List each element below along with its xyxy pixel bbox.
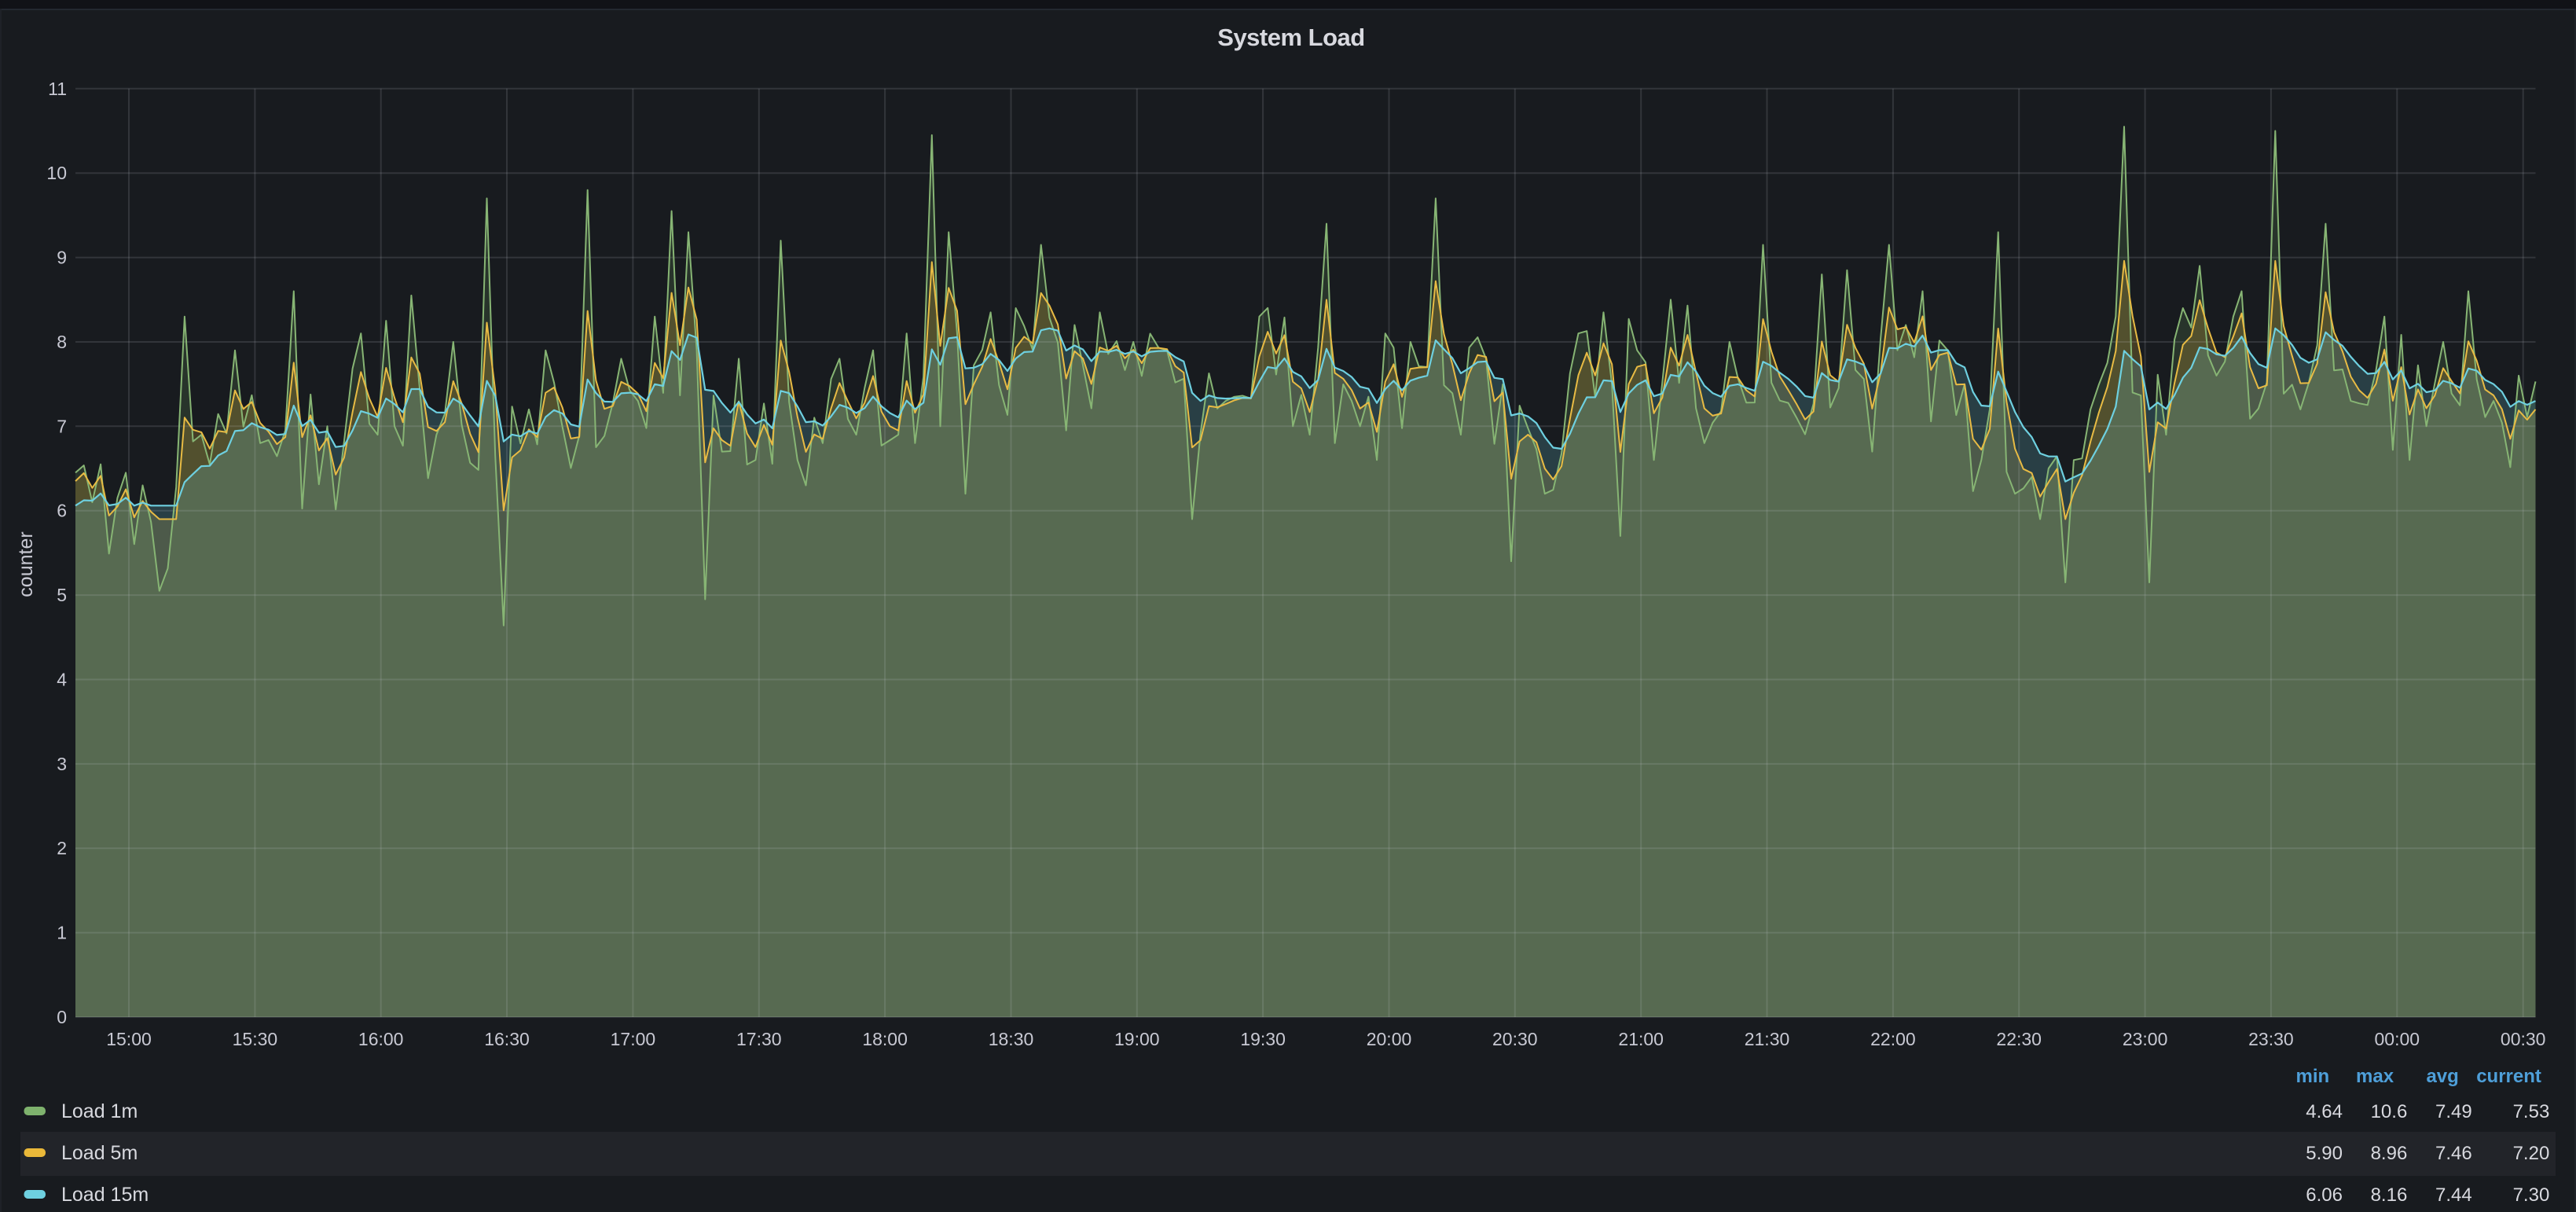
svg-text:1: 1: [57, 923, 67, 943]
svg-text:00:30: 00:30: [2501, 1029, 2546, 1049]
svg-text:10: 10: [46, 163, 67, 183]
svg-text:16:00: 16:00: [358, 1029, 404, 1049]
svg-text:avg: avg: [2426, 1066, 2458, 1087]
svg-text:00:00: 00:00: [2375, 1029, 2420, 1049]
svg-text:11: 11: [48, 79, 67, 99]
svg-text:Load 5m: Load 5m: [61, 1142, 138, 1164]
svg-text:18:00: 18:00: [862, 1029, 908, 1049]
svg-text:4.64: 4.64: [2306, 1101, 2343, 1122]
svg-text:22:00: 22:00: [1870, 1029, 1916, 1049]
svg-text:10.6: 10.6: [2371, 1101, 2408, 1122]
svg-text:8.16: 8.16: [2371, 1184, 2408, 1206]
svg-text:6: 6: [57, 501, 67, 521]
svg-text:20:30: 20:30: [1492, 1029, 1538, 1049]
svg-text:9: 9: [57, 248, 67, 268]
svg-text:15:00: 15:00: [106, 1029, 152, 1049]
svg-text:7.49: 7.49: [2435, 1101, 2472, 1122]
svg-text:8.96: 8.96: [2371, 1143, 2408, 1164]
svg-text:6.06: 6.06: [2306, 1184, 2343, 1206]
svg-text:Load 15m: Load 15m: [61, 1184, 149, 1206]
svg-text:16:30: 16:30: [484, 1029, 530, 1049]
svg-text:17:30: 17:30: [736, 1029, 782, 1049]
svg-text:7.20: 7.20: [2513, 1143, 2550, 1164]
svg-text:21:30: 21:30: [1745, 1029, 1790, 1049]
svg-text:19:30: 19:30: [1240, 1029, 1286, 1049]
svg-text:0: 0: [57, 1007, 67, 1027]
svg-text:3: 3: [57, 754, 67, 774]
svg-text:23:00: 23:00: [2123, 1029, 2168, 1049]
svg-text:15:30: 15:30: [233, 1029, 278, 1049]
svg-text:7.46: 7.46: [2435, 1143, 2472, 1164]
svg-text:23:30: 23:30: [2248, 1029, 2294, 1049]
svg-text:counter: counter: [15, 531, 37, 597]
svg-text:18:30: 18:30: [989, 1029, 1034, 1049]
svg-text:7.53: 7.53: [2513, 1101, 2550, 1122]
svg-text:4: 4: [57, 670, 67, 690]
svg-text:19:00: 19:00: [1114, 1029, 1160, 1049]
svg-text:7.44: 7.44: [2435, 1184, 2472, 1206]
svg-text:7.30: 7.30: [2513, 1184, 2550, 1206]
svg-text:5: 5: [57, 585, 67, 605]
svg-text:8: 8: [57, 332, 67, 352]
svg-text:Load 1m: Load 1m: [61, 1100, 138, 1122]
svg-text:22:30: 22:30: [1996, 1029, 2042, 1049]
svg-text:current: current: [2476, 1066, 2541, 1087]
svg-text:5.90: 5.90: [2306, 1143, 2343, 1164]
svg-text:2: 2: [57, 838, 67, 858]
svg-text:20:00: 20:00: [1367, 1029, 1412, 1049]
svg-text:min: min: [2296, 1066, 2330, 1087]
svg-text:17:00: 17:00: [611, 1029, 656, 1049]
svg-text:21:00: 21:00: [1618, 1029, 1664, 1049]
svg-text:max: max: [2356, 1066, 2394, 1087]
svg-text:System Load: System Load: [1217, 24, 1364, 51]
svg-text:7: 7: [57, 416, 67, 436]
